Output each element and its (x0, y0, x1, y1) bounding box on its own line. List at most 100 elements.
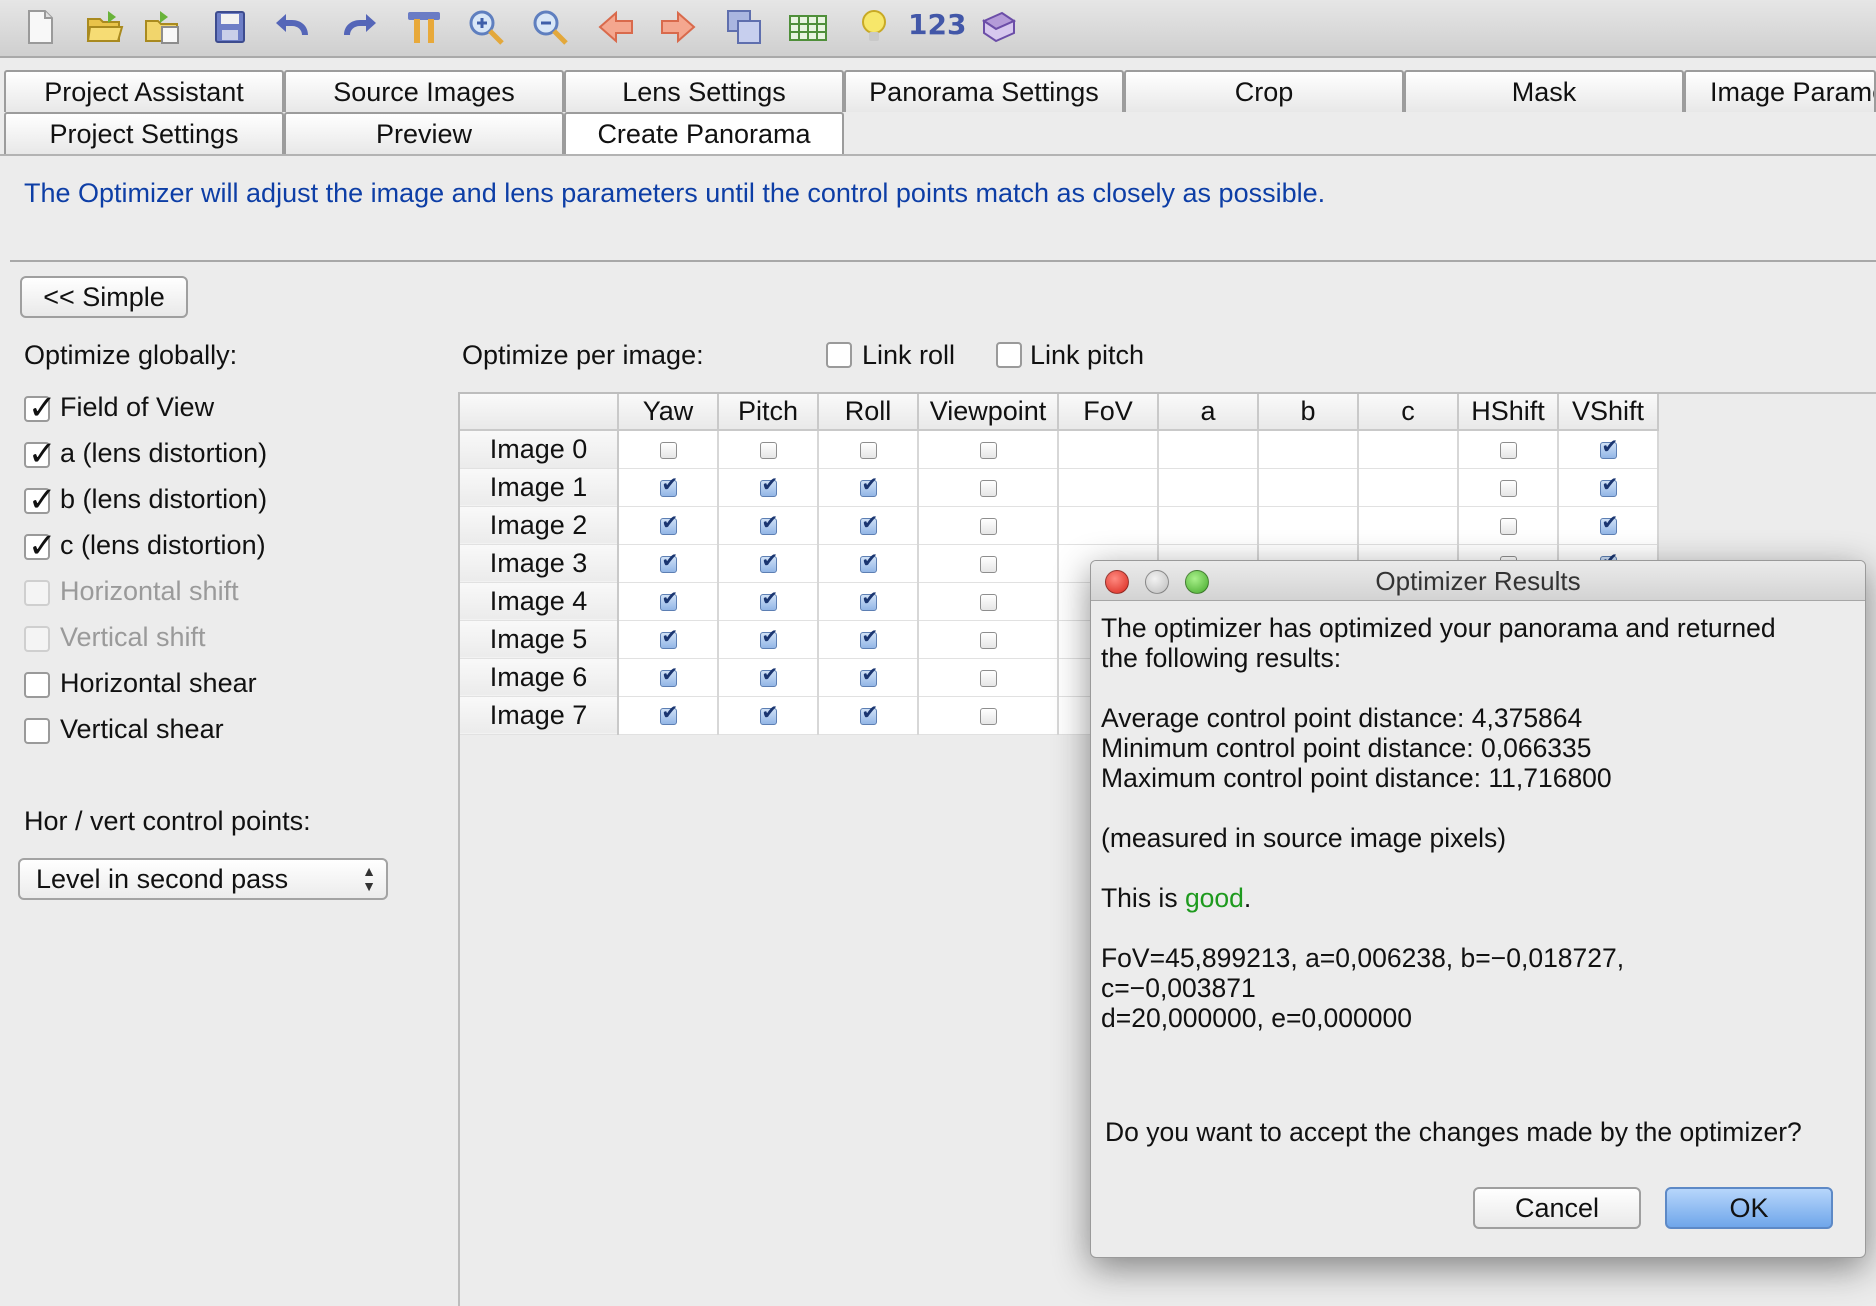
grid-cell (1558, 468, 1659, 507)
undo-icon[interactable] (272, 5, 316, 49)
viewpoint-checkbox[interactable] (979, 593, 997, 611)
yaw-checkbox[interactable] (659, 586, 678, 611)
book-icon[interactable] (976, 5, 1020, 49)
tab-lens-settings[interactable]: Lens Settings (564, 70, 844, 112)
open-folder-icon[interactable] (82, 5, 126, 49)
ok-button[interactable]: OK (1665, 1187, 1833, 1229)
grid-cell (918, 658, 1059, 697)
row-header: Image 7 (460, 696, 619, 735)
viewpoint-checkbox[interactable] (979, 517, 997, 535)
dialog-title-bar: Optimizer Results (1091, 561, 1865, 601)
yaw-checkbox[interactable] (659, 700, 678, 725)
row-header: Image 4 (460, 582, 619, 621)
hshift-checkbox[interactable] (1499, 517, 1517, 535)
tab-project-assistant[interactable]: Project Assistant (4, 70, 284, 112)
tools-icon[interactable] (402, 5, 446, 49)
tab-crop[interactable]: Crop (1124, 70, 1404, 112)
pitch-checkbox[interactable] (759, 442, 777, 460)
hor-vert-control-points-select[interactable]: Level in second pass ▲ ▼ (18, 858, 388, 900)
link-roll-label: Link roll (862, 340, 956, 370)
grid-cell (1058, 506, 1159, 545)
tab-panorama-settings[interactable]: Panorama Settings (844, 70, 1124, 112)
pitch-checkbox[interactable] (759, 624, 778, 649)
tab-mask[interactable]: Mask (1404, 70, 1684, 112)
c-distortion-checkbox[interactable]: ✓ (24, 526, 57, 566)
yaw-checkbox[interactable] (659, 662, 678, 687)
field-of-view-checkbox[interactable]: ✓ (24, 388, 57, 428)
zoom-out-icon[interactable] (528, 5, 572, 49)
yaw-checkbox[interactable] (659, 510, 678, 535)
grid-cell (618, 506, 719, 545)
zoom-in-icon[interactable] (464, 5, 508, 49)
viewpoint-checkbox[interactable] (979, 669, 997, 687)
grid-cell (918, 696, 1059, 735)
column-header: Yaw (618, 394, 719, 431)
grid-cell (618, 468, 719, 507)
viewpoint-checkbox[interactable] (979, 479, 997, 497)
horizontal-shift-checkbox (24, 580, 50, 606)
hshift-checkbox[interactable] (1499, 442, 1517, 460)
vertical-shear-checkbox[interactable] (24, 718, 50, 744)
column-header: VShift (1558, 394, 1659, 431)
pitch-checkbox[interactable] (759, 662, 778, 687)
row-header: Image 2 (460, 506, 619, 545)
grid-cell (818, 658, 919, 697)
checkmark-icon: ✓ (28, 388, 57, 428)
pitch-checkbox[interactable] (759, 510, 778, 535)
quality-suffix: . (1243, 883, 1252, 913)
hshift-checkbox[interactable] (1499, 479, 1517, 497)
column-header: FoV (1058, 394, 1159, 431)
viewpoint-checkbox[interactable] (979, 707, 997, 725)
new-file-icon[interactable] (18, 5, 62, 49)
roll-checkbox[interactable] (859, 472, 878, 497)
redo-icon[interactable] (336, 5, 380, 49)
simple-button[interactable]: << Simple (20, 276, 188, 318)
tab-image-parameters[interactable]: Image Parame (1684, 70, 1876, 112)
viewpoint-checkbox[interactable] (979, 442, 997, 460)
roll-checkbox[interactable] (859, 548, 878, 573)
hor-vert-control-points-label: Hor / vert control points: (24, 806, 311, 836)
roll-checkbox[interactable] (859, 442, 877, 460)
tab-preview[interactable]: Preview (284, 112, 564, 154)
pitch-checkbox[interactable] (759, 548, 778, 573)
pitch-checkbox[interactable] (759, 586, 778, 611)
next-icon[interactable] (656, 5, 700, 49)
numbers-icon[interactable]: 123 (908, 8, 966, 41)
yaw-checkbox[interactable] (659, 442, 677, 460)
viewpoint-checkbox[interactable] (979, 631, 997, 649)
save-icon[interactable] (208, 5, 252, 49)
yaw-checkbox[interactable] (659, 472, 678, 497)
tab-project-settings[interactable]: Project Settings (4, 112, 284, 154)
roll-checkbox[interactable] (859, 586, 878, 611)
link-pitch-checkbox[interactable] (996, 342, 1022, 368)
tab-source-images[interactable]: Source Images (284, 70, 564, 112)
grid-cell (1258, 468, 1359, 507)
grid-cell (718, 430, 819, 469)
vshift-checkbox[interactable] (1599, 472, 1618, 497)
pitch-checkbox[interactable] (759, 700, 778, 725)
open-recent-icon[interactable] (140, 5, 184, 49)
lightbulb-icon[interactable] (852, 5, 896, 49)
viewpoint-checkbox[interactable] (979, 555, 997, 573)
grid-cell (1358, 430, 1459, 469)
vertical-shift-label: Vertical shift (60, 622, 206, 652)
copy-images-icon[interactable] (722, 5, 766, 49)
link-roll-checkbox[interactable] (826, 342, 852, 368)
roll-checkbox[interactable] (859, 700, 878, 725)
tab-create-panorama[interactable]: Create Panorama (564, 112, 844, 154)
vshift-checkbox[interactable] (1599, 434, 1618, 460)
pitch-checkbox[interactable] (759, 472, 778, 497)
intro-text: The Optimizer will adjust the image and … (24, 178, 1326, 208)
b-distortion-checkbox[interactable]: ✓ (24, 480, 57, 520)
vshift-checkbox[interactable] (1599, 510, 1618, 535)
roll-checkbox[interactable] (859, 510, 878, 535)
horizontal-shear-checkbox[interactable] (24, 672, 50, 698)
cancel-button[interactable]: Cancel (1473, 1187, 1641, 1229)
a-distortion-checkbox[interactable]: ✓ (24, 434, 57, 474)
yaw-checkbox[interactable] (659, 548, 678, 573)
table-icon[interactable] (786, 5, 830, 49)
previous-icon[interactable] (594, 5, 638, 49)
roll-checkbox[interactable] (859, 624, 878, 649)
yaw-checkbox[interactable] (659, 624, 678, 649)
roll-checkbox[interactable] (859, 662, 878, 687)
